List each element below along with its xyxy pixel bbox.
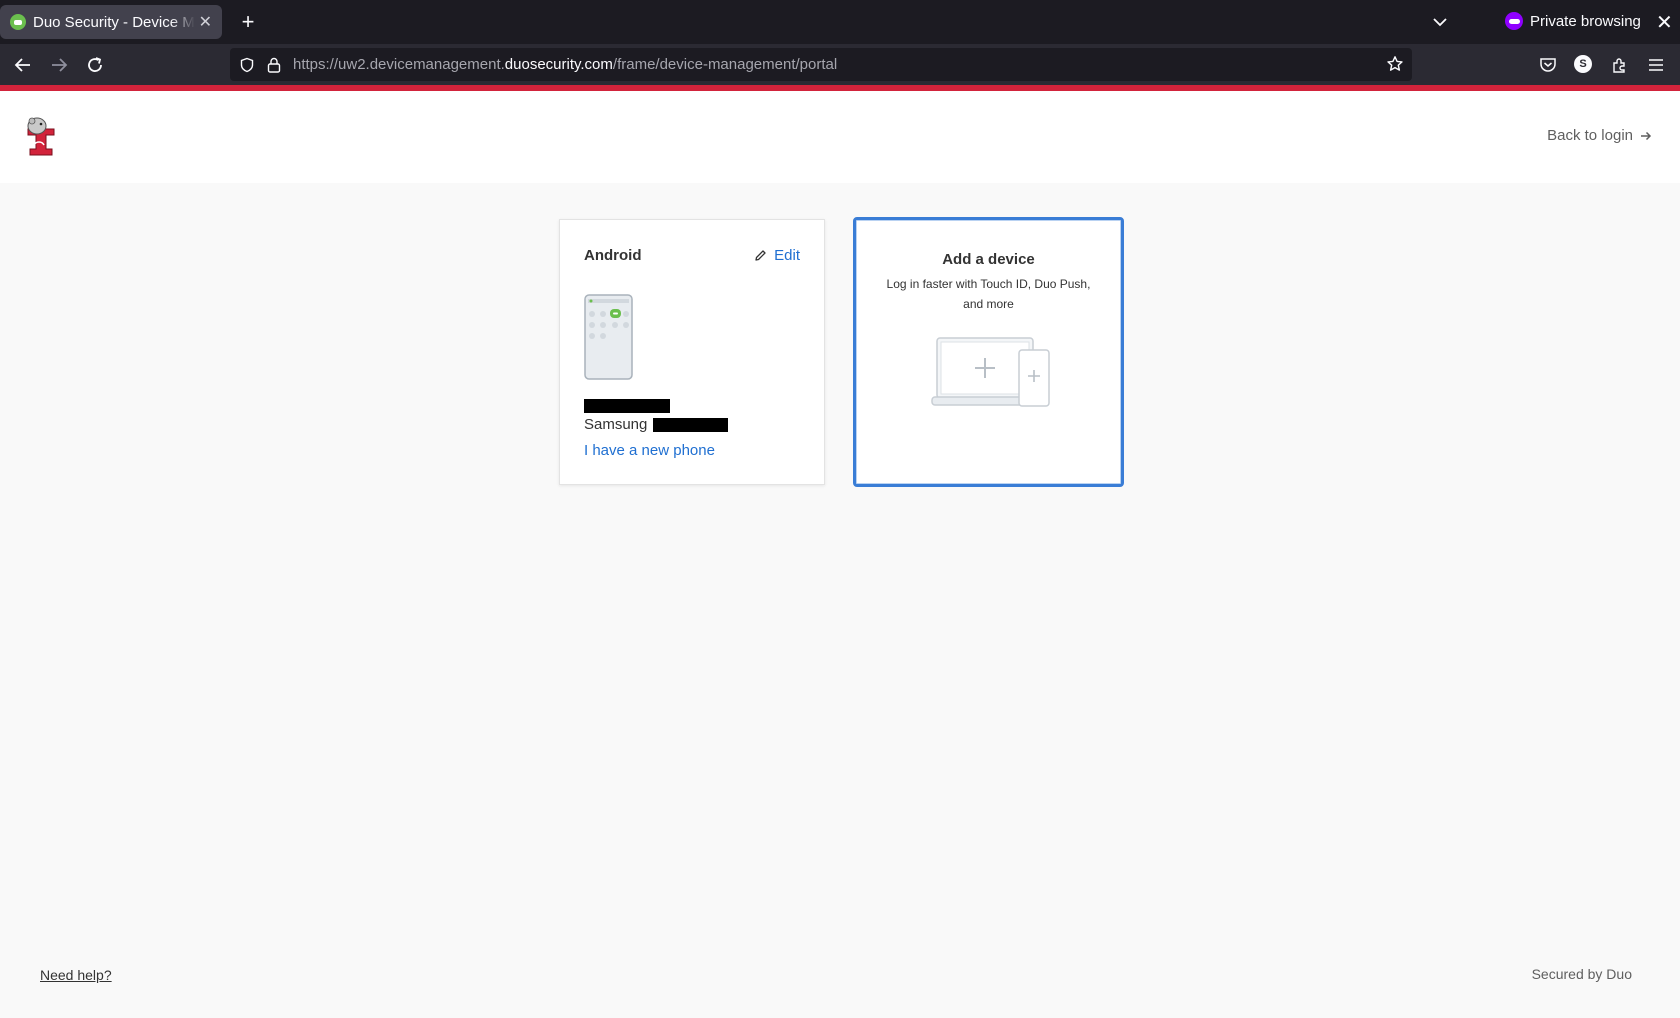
device-model-prefix: Samsung xyxy=(584,416,648,433)
edit-label: Edit xyxy=(774,247,800,264)
device-card-android: Android Edit Samsung I have a new phone xyxy=(559,219,825,485)
lock-icon[interactable] xyxy=(267,57,281,73)
university-mascot-logo-icon xyxy=(27,117,55,156)
tab-title: Duo Security - Device Management xyxy=(33,13,195,31)
tab-close-icon[interactable]: ✕ xyxy=(199,12,212,32)
private-browsing-indicator: Private browsing xyxy=(1505,12,1641,30)
extensions-puzzle-icon[interactable] xyxy=(1610,55,1630,75)
url-bar[interactable]: https://uw2.devicemanagement.duosecurity… xyxy=(230,48,1412,81)
back-to-login-link[interactable]: Back to login xyxy=(1547,127,1653,144)
device-model: Samsung xyxy=(584,416,729,433)
reload-icon[interactable] xyxy=(82,52,108,78)
browser-tab-active[interactable]: Duo Security - Device Management ✕ xyxy=(0,5,222,39)
back-icon[interactable] xyxy=(10,52,36,78)
hamburger-menu-icon[interactable] xyxy=(1646,55,1666,75)
page-header: Back to login xyxy=(0,91,1680,183)
redacted-phone-number xyxy=(584,399,670,413)
need-help-link[interactable]: Need help? xyxy=(40,967,112,983)
tab-list-chevron-down-icon[interactable] xyxy=(1430,12,1450,32)
pencil-icon xyxy=(755,250,766,261)
edit-device-button[interactable]: Edit xyxy=(754,247,800,264)
tracking-protection-shield-icon[interactable] xyxy=(239,57,255,73)
private-browsing-label: Private browsing xyxy=(1530,12,1641,30)
new-phone-link[interactable]: I have a new phone xyxy=(584,442,715,459)
browser-nav-bar: https://uw2.devicemanagement.duosecurity… xyxy=(0,44,1680,85)
duo-favicon-icon xyxy=(10,14,26,30)
forward-icon[interactable] xyxy=(46,52,72,78)
secured-by-duo: Secured by Duo xyxy=(1531,966,1632,982)
window-close-icon[interactable]: ✕ xyxy=(1656,10,1673,35)
browser-tab-bar: Duo Security - Device Management ✕ + Pri… xyxy=(0,0,1680,44)
arrow-right-icon xyxy=(1641,131,1652,140)
add-device-description: Log in faster with Touch ID, Duo Push, a… xyxy=(886,277,1091,311)
new-tab-plus-icon[interactable]: + xyxy=(236,10,260,34)
account-avatar-icon[interactable]: S xyxy=(1574,55,1592,73)
device-name: Android xyxy=(584,247,642,264)
url-path: /frame/device-management/portal xyxy=(612,56,838,73)
add-device-title: Add a device xyxy=(942,251,1035,268)
redacted-model-name xyxy=(653,417,729,432)
laptop-and-phone-add-icon xyxy=(931,337,1050,407)
android-phone-illustration-icon xyxy=(584,294,633,380)
add-device-button[interactable]: Add a device Log in faster with Touch ID… xyxy=(853,217,1124,487)
bookmark-star-icon[interactable] xyxy=(1386,55,1404,73)
url-host: duosecurity.com xyxy=(504,56,613,73)
pocket-icon[interactable] xyxy=(1538,55,1558,75)
url-text[interactable]: https://uw2.devicemanagement.duosecurity… xyxy=(293,56,837,73)
back-to-login-label: Back to login xyxy=(1547,127,1633,144)
private-mask-icon xyxy=(1505,12,1523,30)
url-prefix: https://uw2.devicemanagement. xyxy=(293,56,505,73)
